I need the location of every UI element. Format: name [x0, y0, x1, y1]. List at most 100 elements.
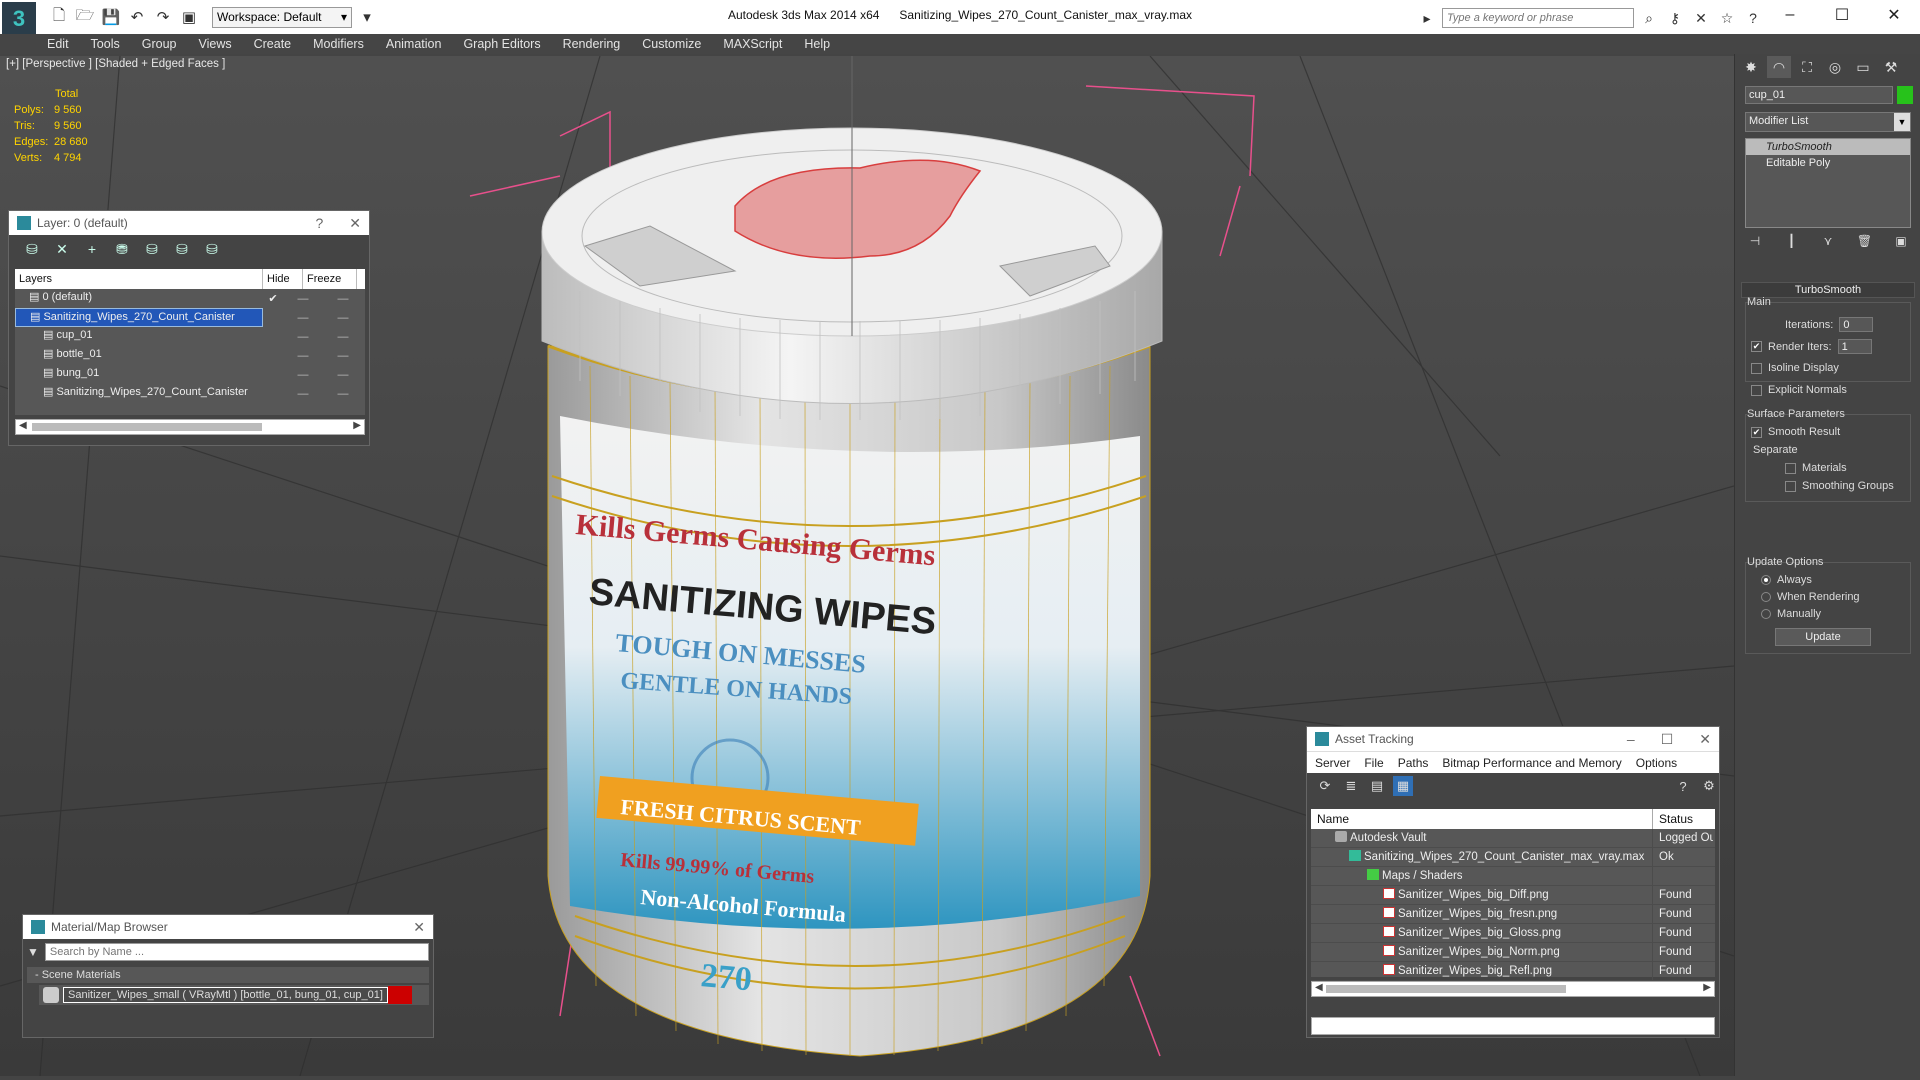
freeze-toggle[interactable]: — — [323, 293, 363, 305]
expand-icon[interactable]: ▸ — [1416, 8, 1438, 28]
modifier-list-dropdown[interactable]: Modifier List ▼ — [1745, 112, 1911, 132]
options-dropdown-icon[interactable]: ▼ — [27, 945, 39, 959]
chevron-left-icon[interactable]: ◀ — [19, 420, 27, 431]
explicit-normals-checkbox[interactable] — [1751, 384, 1762, 396]
create-layer-icon[interactable]: ⛁ — [21, 238, 43, 260]
separate-materials-checkbox[interactable] — [1785, 462, 1796, 474]
toolbar-overflow-icon[interactable]: ▾ — [356, 6, 378, 28]
hide-toggle[interactable]: — — [283, 293, 323, 305]
update-manually-radio[interactable] — [1761, 609, 1771, 619]
material-browser-titlebar[interactable]: Material/Map Browser ✕ — [23, 915, 433, 939]
highlight-layer-icon[interactable]: ⛁ — [141, 238, 163, 260]
maximize-icon[interactable]: ☐ — [1661, 731, 1674, 748]
asset-row[interactable]: Sanitizing_Wipes_270_Count_Canister_max_… — [1311, 848, 1715, 867]
modify-tab-icon[interactable]: ◠ — [1767, 56, 1791, 78]
select-objects-icon[interactable]: ⛃ — [111, 238, 133, 260]
asset-scrollbar[interactable]: ◀ ▶ — [1311, 981, 1715, 997]
freeze-all-icon[interactable]: ⛁ — [201, 238, 223, 260]
hierarchy-tab-icon[interactable]: ⛶ — [1795, 56, 1819, 78]
asset-row[interactable]: Autodesk VaultLogged Out — [1311, 829, 1715, 848]
close-icon[interactable]: ✕ — [1699, 731, 1711, 748]
motion-tab-icon[interactable]: ◎ — [1823, 56, 1847, 78]
open-file-icon[interactable]: 🗁 — [74, 6, 96, 28]
stack-item-turbosmooth[interactable]: TurboSmooth — [1746, 139, 1910, 155]
remove-modifier-icon[interactable]: 🗑 — [1855, 234, 1875, 252]
configure-modifier-sets-icon[interactable]: ▣ — [1891, 234, 1911, 252]
refresh-icon[interactable]: ⟳ — [1315, 776, 1335, 796]
binoculars-icon[interactable]: ⌕ — [1638, 8, 1660, 28]
menu-item-modifiers[interactable]: Modifiers — [302, 34, 375, 54]
menu-item-create[interactable]: Create — [243, 34, 303, 54]
menu-item-maxscript[interactable]: MAXScript — [712, 34, 793, 54]
asset-row[interactable]: Sanitizer_Wipes_big_Norm.png Found — [1311, 943, 1715, 962]
scroll-thumb[interactable] — [32, 423, 262, 431]
render-iters-spinner[interactable] — [1837, 339, 1872, 354]
separate-smoothing-groups-checkbox[interactable] — [1785, 480, 1796, 492]
scene-materials-group[interactable]: - Scene Materials — [27, 967, 429, 983]
material-item[interactable]: Sanitizer_Wipes_small ( VRayMtl ) [bottl… — [39, 985, 429, 1005]
freeze-toggle[interactable]: — — [323, 350, 363, 362]
minimize-icon[interactable]: – — [1627, 731, 1635, 748]
hide-all-icon[interactable]: ⛁ — [171, 238, 193, 260]
asset-menu-options[interactable]: Options — [1636, 756, 1677, 770]
key-icon[interactable]: ⚷ — [1664, 8, 1686, 28]
update-button[interactable]: Update — [1775, 628, 1871, 646]
minimize-icon[interactable]: – — [1764, 0, 1816, 30]
undo-icon[interactable]: ↶ — [126, 6, 148, 28]
asset-row[interactable]: Sanitizer_Wipes_big_fresn.png Found — [1311, 905, 1715, 924]
stack-item-editable-poly[interactable]: Editable Poly — [1746, 155, 1910, 171]
menu-item-views[interactable]: Views — [187, 34, 242, 54]
favorites-star-icon[interactable]: ☆ — [1716, 8, 1738, 28]
help-icon[interactable]: ? — [315, 215, 323, 232]
list-view-icon[interactable]: ≣ — [1341, 776, 1361, 796]
chevron-left-icon[interactable]: ◀ — [1315, 982, 1323, 993]
create-tab-icon[interactable]: ✸ — [1739, 56, 1763, 78]
update-when-rendering-radio[interactable] — [1761, 592, 1771, 602]
render-iters-checkbox[interactable]: ✔ — [1751, 341, 1762, 352]
make-unique-icon[interactable]: ⋎ — [1818, 234, 1838, 252]
layer-row[interactable]: ▤ cup_01— — — [15, 327, 365, 346]
menu-item-animation[interactable]: Animation — [375, 34, 453, 54]
asset-menu-paths[interactable]: Paths — [1398, 756, 1429, 770]
keyword-search-input[interactable] — [1442, 8, 1634, 28]
object-name-input[interactable] — [1745, 86, 1893, 104]
layer-row[interactable]: ▤ bottle_01— — — [15, 346, 365, 365]
asset-row[interactable]: Sanitizer_Wipes_big_Refl.png Found — [1311, 962, 1715, 981]
asset-row[interactable]: Maps / Shaders — [1311, 867, 1715, 886]
menu-item-rendering[interactable]: Rendering — [552, 34, 632, 54]
options-icon[interactable]: ⚙ — [1699, 776, 1719, 796]
menu-item-graph-editors[interactable]: Graph Editors — [452, 34, 551, 54]
iterations-spinner[interactable] — [1839, 317, 1874, 332]
asset-menu-file[interactable]: File — [1364, 756, 1383, 770]
current-layer-check[interactable]: ✔ — [263, 292, 283, 305]
hide-toggle[interactable]: — — [283, 388, 323, 400]
help-icon[interactable]: ? — [1673, 776, 1693, 796]
freeze-toggle[interactable]: — — [323, 312, 363, 324]
thumbnail-view-icon[interactable]: ▤ — [1367, 776, 1387, 796]
menu-item-tools[interactable]: Tools — [80, 34, 131, 54]
hide-toggle[interactable]: — — [283, 350, 323, 362]
hide-toggle[interactable]: — — [283, 331, 323, 343]
chevron-right-icon[interactable]: ▶ — [353, 420, 361, 431]
asset-row[interactable]: Sanitizer_Wipes_big_Gloss.png Found — [1311, 924, 1715, 943]
chevron-right-icon[interactable]: ▶ — [1703, 982, 1711, 993]
layer-row[interactable]: ▤ Sanitizing_Wipes_270_Count_Canister — — — [15, 384, 365, 403]
layer-row[interactable]: ▤ bung_01— — — [15, 365, 365, 384]
freeze-toggle[interactable]: — — [323, 369, 363, 381]
table-view-icon[interactable]: ▦ — [1393, 776, 1413, 796]
layer-scrollbar[interactable]: ◀ ▶ — [15, 419, 365, 435]
close-icon[interactable]: ✕ — [349, 215, 361, 232]
display-tab-icon[interactable]: ▭ — [1851, 56, 1875, 78]
tools-icon[interactable]: ✕ — [1690, 8, 1712, 28]
project-folder-icon[interactable]: ▣ — [178, 6, 200, 28]
material-search-input[interactable] — [44, 943, 429, 961]
viewport-label[interactable]: [+] [Perspective ] [Shaded + Edged Faces… — [6, 58, 225, 70]
close-icon[interactable]: ✕ — [413, 919, 425, 936]
maximize-icon[interactable]: ☐ — [1816, 0, 1868, 30]
asset-path-field[interactable] — [1311, 1017, 1715, 1035]
object-color-swatch[interactable] — [1897, 86, 1913, 104]
redo-icon[interactable]: ↷ — [152, 6, 174, 28]
smooth-result-checkbox[interactable]: ✔ — [1751, 426, 1762, 438]
menu-item-help[interactable]: Help — [793, 34, 841, 54]
scroll-thumb[interactable] — [1326, 985, 1566, 993]
